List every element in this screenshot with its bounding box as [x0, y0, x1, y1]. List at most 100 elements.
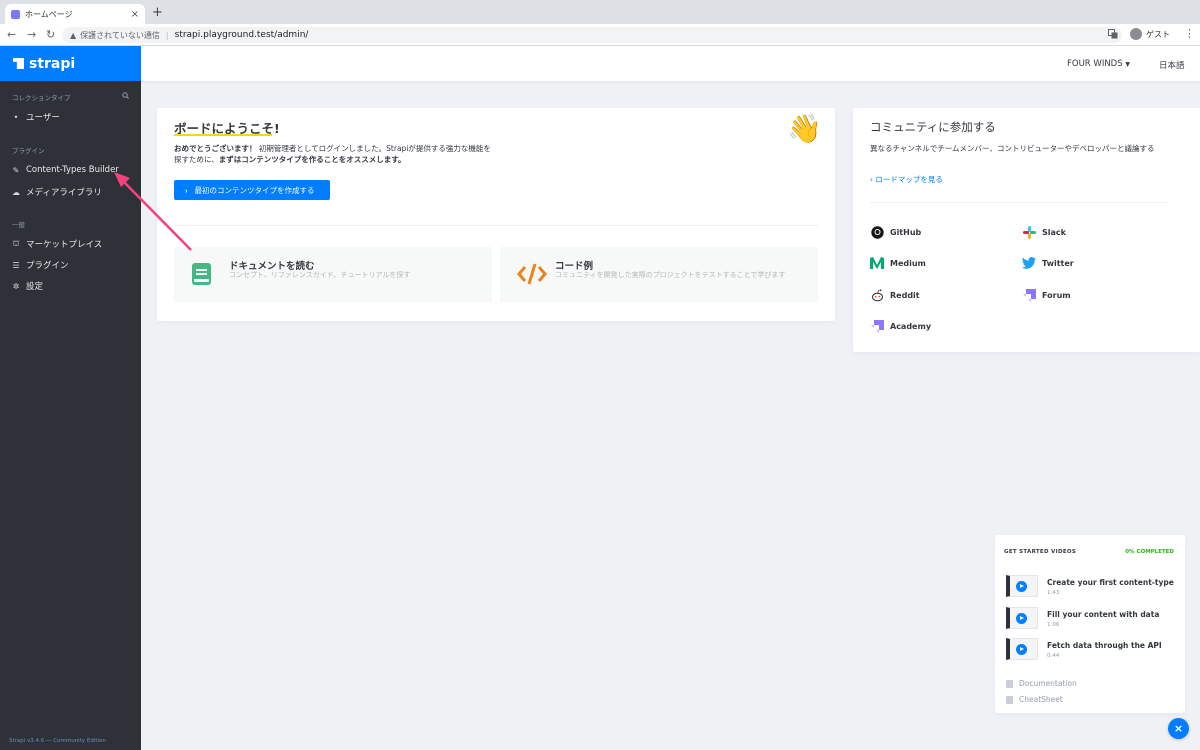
- collections-heading: コレクションタイプ: [12, 92, 129, 102]
- community-title: コミュニティに参加する: [870, 120, 996, 134]
- play-icon: [1016, 613, 1027, 624]
- top-header: FOUR WINDS ▼ 日本語: [141, 46, 1200, 81]
- reload-icon[interactable]: ↻: [46, 28, 55, 41]
- brand-logo[interactable]: strapi: [0, 46, 141, 81]
- version-footer: Strapi v3.4.6 — Community Edition: [9, 738, 106, 744]
- strapi-favicon-icon: [11, 9, 20, 19]
- tile-subtitle: コミュニティを開発した実際のプロジェクトをテストすることで学びます: [555, 271, 786, 279]
- title-underline: [174, 134, 272, 136]
- general-heading: 一般: [12, 219, 129, 229]
- community-link-label: Medium: [890, 258, 926, 268]
- list-icon: ☰: [12, 260, 20, 270]
- welcome-text-bold: おめでとうございます！: [174, 144, 257, 153]
- sidebar-item-label: ユーザー: [26, 113, 60, 123]
- code-icon: [517, 262, 547, 290]
- welcome-text: おめでとうございます！ 初期管理者としてログインしました。Strapiが提供する…: [174, 143, 494, 165]
- avatar-icon: [1130, 28, 1142, 40]
- sidebar-item-content-types-builder[interactable]: ✎ Content-Types Builder: [11, 165, 119, 175]
- videos-heading: GET STARTED VIDEOS: [1004, 549, 1077, 555]
- community-link-medium[interactable]: Medium: [870, 256, 926, 270]
- sidebar-item-users[interactable]: • ユーザー: [11, 111, 60, 124]
- forum-icon: [1022, 288, 1036, 302]
- community-link-forum[interactable]: Forum: [1022, 288, 1071, 302]
- community-link-label: Twitter: [1042, 258, 1074, 268]
- github-icon: [870, 225, 884, 239]
- org-label: FOUR WINDS: [1067, 59, 1123, 69]
- sidebar-item-label: メディアライブラリ: [26, 188, 102, 198]
- cheatsheet-link-label: CheatSheet: [1019, 695, 1063, 704]
- create-content-type-button[interactable]: › 最初のコンテンツタイプを作成する: [174, 180, 330, 200]
- search-icon[interactable]: [122, 92, 129, 102]
- book-icon: [1006, 679, 1013, 688]
- community-link-twitter[interactable]: Twitter: [1022, 256, 1074, 270]
- community-link-academy[interactable]: Academy: [870, 319, 931, 333]
- play-icon: [1016, 581, 1027, 592]
- get-started-videos-panel: GET STARTED VIDEOS 0% COMPLETED Create y…: [995, 535, 1185, 713]
- reddit-icon: [870, 288, 884, 302]
- language-selector[interactable]: 日本語: [1159, 59, 1185, 71]
- sidebar-item-label: Content-Types Builder: [26, 165, 119, 175]
- tile-subtitle: コンセプト、リファレンスガイド、チュートリアルを探す: [229, 271, 411, 279]
- video-item[interactable]: Create your first content-type 1:43: [1006, 575, 1174, 597]
- browser-tabstrip: ホームページ × +: [0, 0, 1200, 24]
- video-title: Fill your content with data: [1047, 610, 1160, 619]
- slack-icon: [1022, 225, 1036, 239]
- academy-icon: [870, 319, 884, 333]
- video-thumbnail: [1006, 575, 1038, 597]
- video-thumbnail: [1006, 638, 1038, 660]
- community-link-label: GitHub: [890, 227, 922, 237]
- sidebar-item-marketplace[interactable]: ⛫ マーケットプレイス: [11, 238, 102, 250]
- bullet-icon: •: [13, 112, 19, 122]
- paintbrush-icon: ✎: [12, 165, 20, 175]
- book-icon: [191, 262, 213, 290]
- video-item[interactable]: Fill your content with data 1:06: [1006, 607, 1159, 629]
- omnibox[interactable]: ▲ 保護されていない通信 | strapi.playground.test/ad…: [62, 27, 1122, 43]
- documentation-link-label: Documentation: [1019, 679, 1077, 688]
- code-example-tile[interactable]: コード例 コミュニティを開発した実際のプロジェクトをテストすることで学びます: [500, 247, 818, 302]
- roadmap-link[interactable]: › ロードマップを見る: [870, 174, 943, 185]
- community-link-github[interactable]: GitHub: [870, 225, 921, 239]
- create-content-type-label: 最初のコンテンツタイプを作成する: [194, 185, 315, 195]
- new-tab-icon[interactable]: +: [152, 5, 163, 20]
- tab-close-icon[interactable]: ×: [131, 9, 139, 20]
- general-heading-label: 一般: [12, 221, 25, 229]
- community-link-label: Forum: [1042, 290, 1071, 300]
- community-link-label: Reddit: [890, 290, 920, 300]
- video-item[interactable]: Fetch data through the API 0:44: [1006, 638, 1162, 660]
- sidebar-item-plugins[interactable]: ☰ プラグイン: [11, 259, 68, 272]
- brand-name: strapi: [29, 55, 76, 72]
- community-link-reddit[interactable]: Reddit: [870, 288, 920, 302]
- profile-button[interactable]: ゲスト: [1130, 28, 1170, 40]
- video-title: Create your first content-type: [1047, 578, 1174, 587]
- video-duration: 1:06: [1047, 622, 1060, 628]
- video-thumbnail: [1006, 607, 1038, 629]
- forward-icon[interactable]: →: [27, 28, 36, 41]
- caret-down-icon: ▼: [1125, 61, 1130, 68]
- url-text: strapi.playground.test/admin/: [174, 30, 309, 40]
- separator: |: [165, 30, 169, 40]
- back-icon[interactable]: ←: [7, 28, 16, 41]
- documentation-tile[interactable]: ドキュメントを読む コンセプト、リファレンスガイド、チュートリアルを探す: [174, 247, 492, 302]
- close-videos-button[interactable]: ×: [1168, 718, 1189, 739]
- file-icon: [1006, 695, 1013, 704]
- security-label: 保護されていない通信: [80, 30, 160, 40]
- basket-icon: ⛫: [12, 239, 20, 248]
- sidebar-item-settings[interactable]: ✲ 設定: [11, 280, 43, 293]
- community-card: コミュニティに参加する 異なるチャンネルでチームメンバー、コントリビューターやデ…: [853, 108, 1200, 352]
- twitter-icon: [1022, 256, 1036, 270]
- video-duration: 0:44: [1047, 653, 1060, 659]
- divider: [174, 225, 818, 226]
- sidebar-item-media-library[interactable]: ☁ メディアライブラリ: [11, 186, 102, 199]
- documentation-link[interactable]: Documentation: [1006, 679, 1077, 688]
- collections-heading-label: コレクションタイプ: [12, 94, 71, 102]
- org-dropdown[interactable]: FOUR WINDS ▼: [1067, 59, 1130, 69]
- community-link-slack[interactable]: Slack: [1022, 225, 1066, 239]
- waving-hand-icon: 👋: [787, 112, 822, 145]
- videos-completed: 0% COMPLETED: [1125, 549, 1174, 555]
- translate-icon[interactable]: [1108, 29, 1118, 42]
- browser-tab[interactable]: ホームページ ×: [5, 4, 145, 24]
- roadmap-link-label: ロードマップを見る: [875, 175, 943, 184]
- browser-menu-icon[interactable]: ⋮: [1184, 27, 1195, 40]
- cheatsheet-link[interactable]: CheatSheet: [1006, 695, 1063, 704]
- medium-icon: [870, 256, 884, 270]
